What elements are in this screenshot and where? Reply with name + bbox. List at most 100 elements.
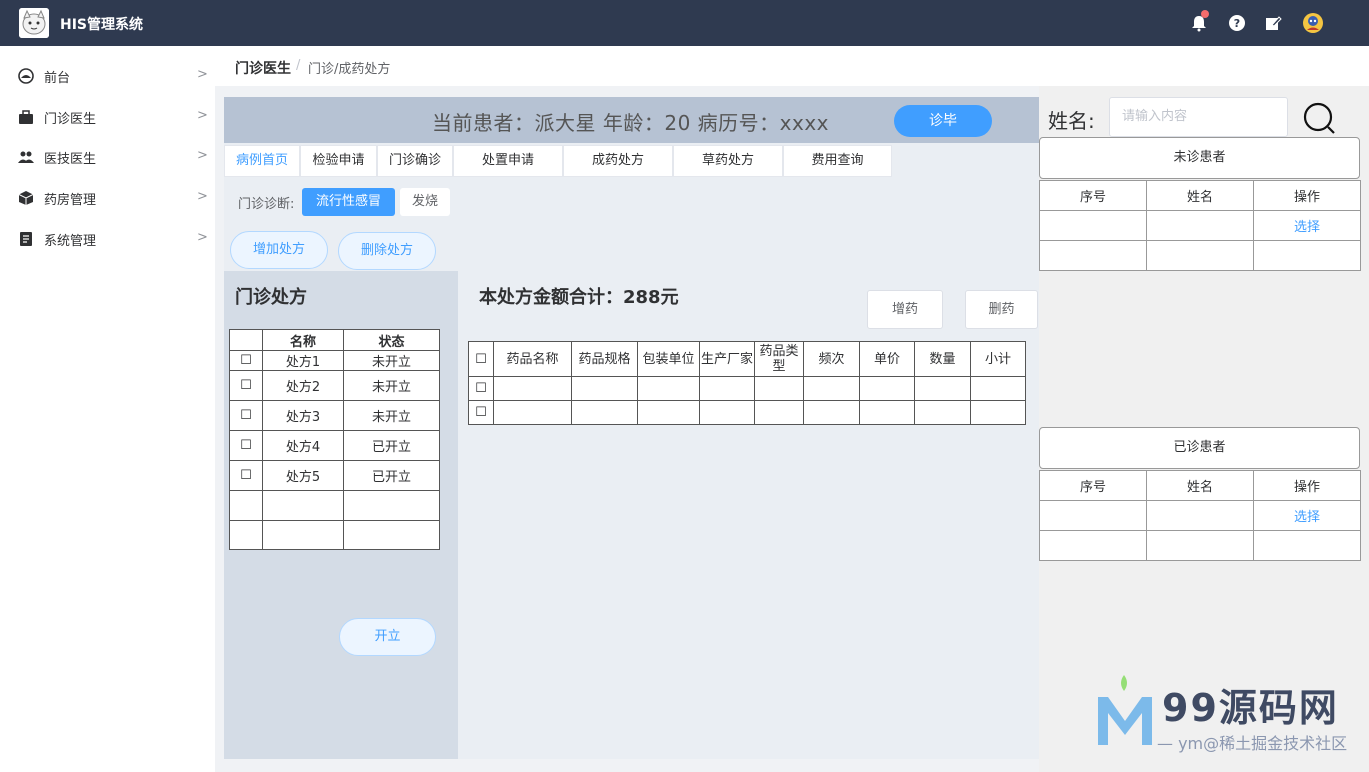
table-row[interactable]: ☐ 处方3 未开立: [229, 400, 440, 431]
edit-icon[interactable]: [1264, 14, 1282, 32]
rx-status: 已开立: [343, 430, 440, 461]
sidebar-item-pharmacy[interactable]: 药房管理 >: [0, 178, 215, 218]
tab-herbal-rx[interactable]: 草药处方: [673, 145, 783, 177]
rx-status: 未开立: [343, 370, 440, 401]
row-checkbox[interactable]: ☐: [468, 376, 494, 401]
drug-table: ☐ 药品名称 药品规格 包装单位 生产厂家 药品类型 频次 单价 数量 小计 ☐…: [468, 341, 1026, 425]
table-row: [229, 490, 440, 521]
briefcase-icon: [18, 109, 34, 125]
column-header: 数量: [914, 341, 971, 377]
add-drug-button[interactable]: 增药: [867, 290, 943, 329]
column-header: 药品类型: [754, 341, 804, 377]
tab-treatment[interactable]: 处置申请: [453, 145, 563, 177]
rx-name: 处方2: [262, 370, 344, 401]
delete-prescription-button[interactable]: 删除处方: [338, 232, 436, 270]
column-header: 包装单位: [637, 341, 700, 377]
avatar[interactable]: [1302, 12, 1324, 34]
table-row[interactable]: ☐ 处方2 未开立: [229, 370, 440, 401]
diagnosis-tag[interactable]: 发烧: [400, 188, 450, 216]
select-link[interactable]: 选择: [1294, 510, 1320, 525]
column-header: 名称: [262, 329, 344, 351]
rx-name: 处方3: [262, 400, 344, 431]
select-link[interactable]: 选择: [1294, 220, 1320, 235]
sidebar-item-front-desk[interactable]: 前台 >: [0, 56, 215, 96]
search-icon[interactable]: [1302, 101, 1336, 135]
issue-prescription-button[interactable]: 开立: [339, 618, 436, 656]
search-input[interactable]: 请输入内容: [1109, 97, 1288, 137]
chevron-right-icon: >: [197, 189, 208, 204]
watermark-subtext: — ym@稀土掘金技术社区: [1157, 734, 1348, 753]
row-checkbox[interactable]: ☐: [468, 400, 494, 425]
breadcrumb: 门诊医生 / 门诊/成药处方: [215, 46, 1369, 86]
rx-status: 未开立: [343, 400, 440, 431]
table-row[interactable]: ☐ 处方1 未开立: [229, 350, 440, 371]
row-checkbox[interactable]: ☐: [229, 430, 263, 461]
search-label: 姓名:: [1048, 109, 1095, 133]
sidebar-item-label: 药房管理: [44, 193, 97, 208]
tab-medicine-rx[interactable]: 成药处方: [563, 145, 673, 177]
tab-diagnosis[interactable]: 门诊确诊: [377, 145, 453, 177]
tab-lab-request[interactable]: 检验申请: [300, 145, 377, 177]
diagnosis-tag[interactable]: 流行性感冒: [302, 188, 395, 216]
dashboard-icon: [18, 68, 34, 84]
row-checkbox[interactable]: ☐: [229, 370, 263, 401]
table-row: [1039, 240, 1361, 271]
column-header: 生产厂家: [699, 341, 755, 377]
sidebar-item-system[interactable]: 系统管理 >: [0, 219, 215, 259]
column-header: 姓名: [1146, 180, 1254, 211]
users-icon: [18, 149, 34, 165]
waiting-patients-header: 未诊患者: [1039, 137, 1360, 179]
rx-status: 未开立: [343, 350, 440, 371]
diagnosis-label: 门诊诊断:: [238, 197, 295, 212]
column-header: 姓名: [1146, 470, 1254, 501]
column-header: 操作: [1253, 470, 1361, 501]
row-checkbox[interactable]: ☐: [229, 350, 263, 371]
rx-status: 已开立: [343, 460, 440, 491]
row-checkbox[interactable]: ☐: [229, 400, 263, 431]
add-prescription-button[interactable]: 增加处方: [230, 231, 328, 269]
column-header: 操作: [1253, 180, 1361, 211]
patient-info: 当前患者：派大星 年龄：20 病历号：xxxx: [432, 111, 830, 135]
column-header: 药品规格: [571, 341, 638, 377]
prescription-total: 本处方金额合计：288元: [479, 287, 679, 308]
waiting-patients-table: 序号 姓名 操作 选择: [1039, 180, 1361, 271]
table-row[interactable]: ☐: [468, 400, 1026, 425]
column-header: 状态: [343, 329, 440, 351]
help-icon[interactable]: ?: [1228, 14, 1246, 32]
delete-drug-button[interactable]: 删药: [965, 290, 1038, 329]
notification-dot: [1201, 10, 1209, 18]
table-row[interactable]: ☐: [468, 376, 1026, 401]
select-all-checkbox[interactable]: ☐: [468, 341, 494, 377]
chevron-right-icon: >: [197, 148, 208, 163]
logo: [19, 8, 49, 38]
rx-name: 处方4: [262, 430, 344, 461]
rx-name: 处方5: [262, 460, 344, 491]
table-row: [229, 520, 440, 550]
column-header: 频次: [803, 341, 860, 377]
table-row[interactable]: ☐ 处方4 已开立: [229, 430, 440, 461]
document-icon: [18, 231, 34, 247]
sidebar-item-label: 医技医生: [44, 152, 97, 167]
svg-text:?: ?: [1234, 17, 1240, 30]
row-checkbox[interactable]: ☐: [229, 460, 263, 491]
finished-patients-table: 序号 姓名 操作 选择: [1039, 470, 1361, 561]
tab-fee-query[interactable]: 费用查询: [783, 145, 892, 177]
sidebar-item-outpatient-doctor[interactable]: 门诊医生 >: [0, 97, 215, 137]
breadcrumb-main[interactable]: 门诊医生: [235, 58, 291, 78]
column-header: 序号: [1039, 470, 1147, 501]
box-icon: [18, 190, 34, 206]
sidebar-item-tech-doctor[interactable]: 医技医生 >: [0, 137, 215, 177]
sidebar-item-label: 前台: [44, 71, 71, 86]
column-header: 序号: [1039, 180, 1147, 211]
app-title: HIS管理系统: [60, 17, 144, 33]
watermark-brand: 99源码网: [1162, 686, 1339, 730]
column-header: 单价: [859, 341, 915, 377]
sidebar-item-label: 门诊医生: [44, 112, 97, 127]
tab-case-home[interactable]: 病例首页: [224, 145, 300, 177]
patient-bar: 当前患者：派大星 年龄：20 病历号：xxxx 诊毕: [224, 97, 1039, 143]
chevron-right-icon: >: [197, 230, 208, 245]
table-row: 选择: [1039, 210, 1361, 241]
table-row[interactable]: ☐ 处方5 已开立: [229, 460, 440, 491]
prescription-panel: 门诊处方 名称 状态 ☐ 处方1 未开立 ☐ 处方2 未开立 ☐ 处方3 未开立…: [224, 271, 458, 759]
finish-visit-button[interactable]: 诊毕: [894, 105, 992, 137]
